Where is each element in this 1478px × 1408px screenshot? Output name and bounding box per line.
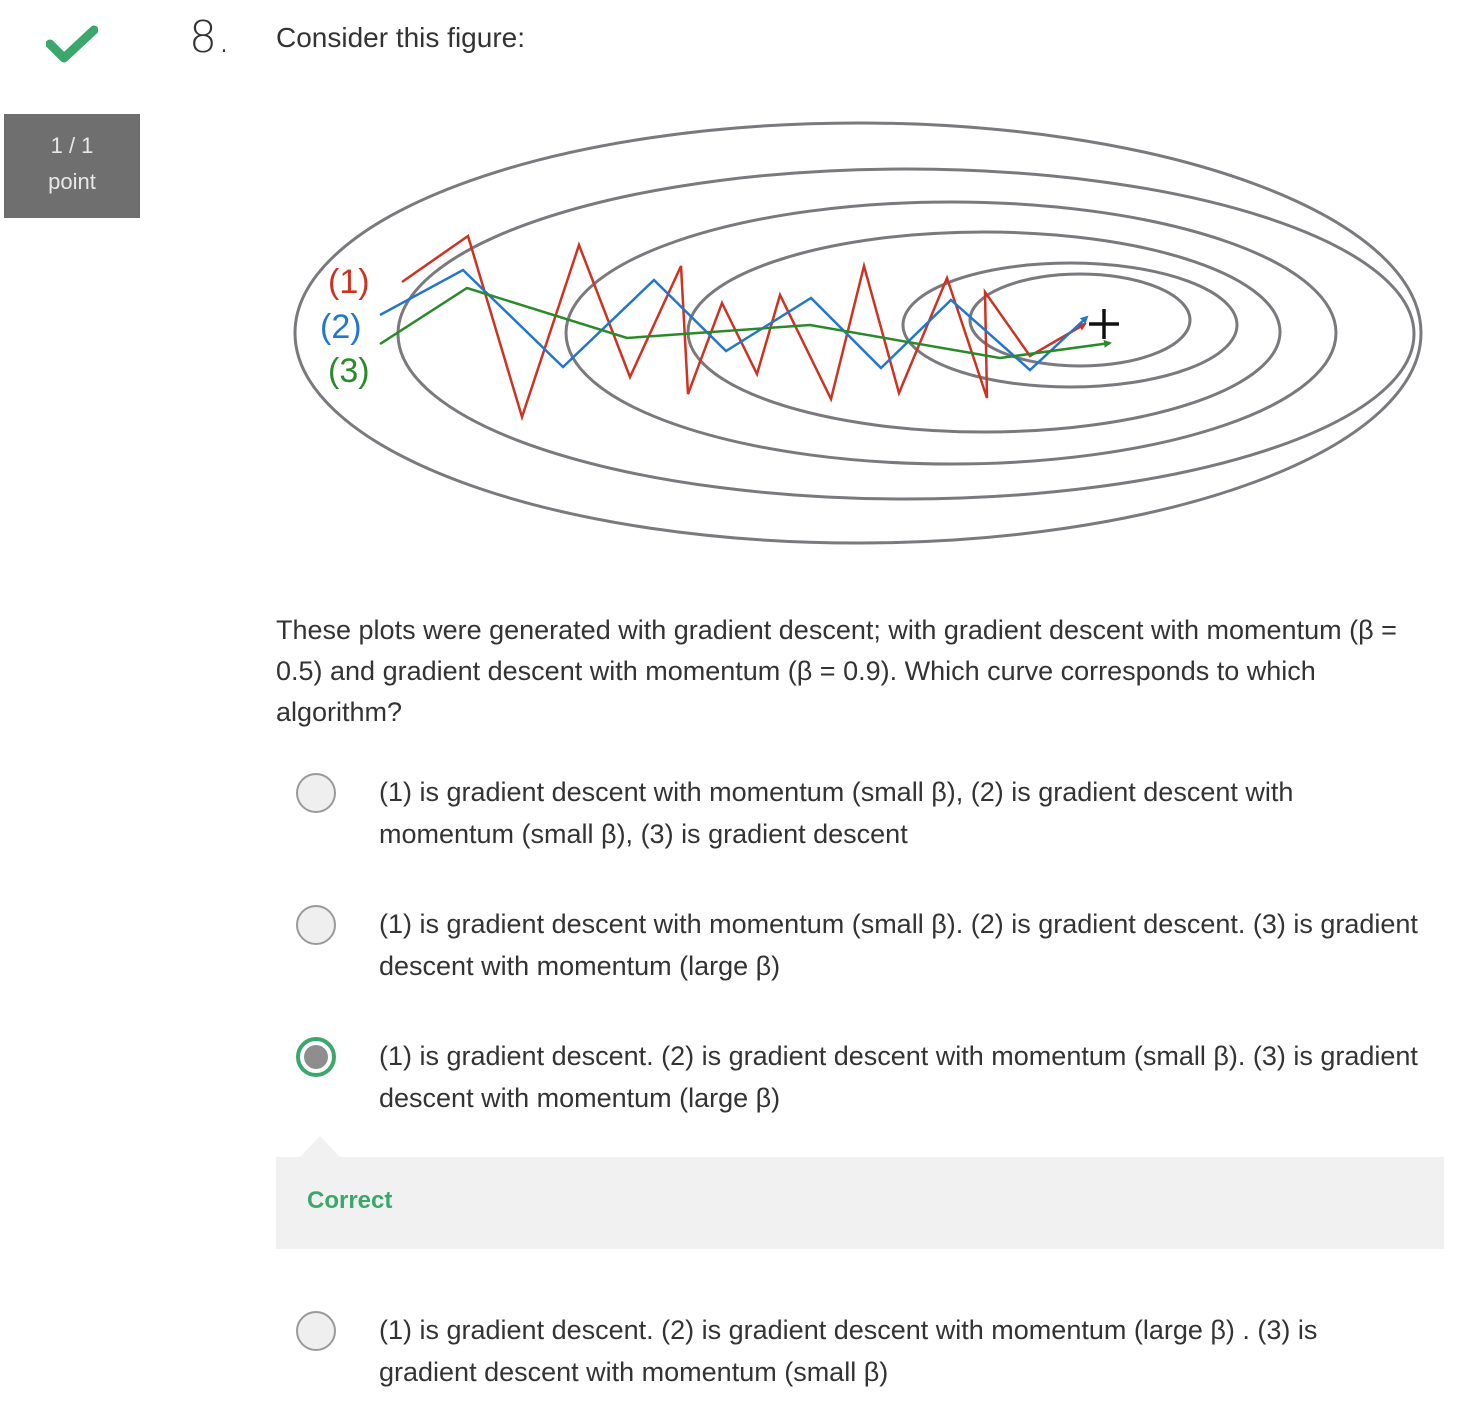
minimum-marker — [1089, 309, 1119, 339]
answer-option-text: (1) is gradient descent with momentum (s… — [379, 777, 1294, 849]
score-unit: point — [48, 169, 96, 194]
question-prompt: These plots were generated with gradient… — [276, 615, 1397, 727]
radio-button[interactable] — [296, 905, 336, 945]
curve-label-1: (1) — [328, 263, 370, 301]
score-value: 1 / 1 — [50, 133, 94, 158]
feedback-pointer — [300, 1136, 340, 1157]
feedback-box: Correct — [276, 1157, 1444, 1249]
feedback-label: Correct — [307, 1187, 393, 1214]
checkmark-icon — [46, 25, 98, 63]
answer-option-text: (1) is gradient descent. (2) is gradient… — [379, 1315, 1318, 1387]
question-title: Consider this figure: — [276, 22, 526, 53]
answer-option-text: (1) is gradient descent. (2) is gradient… — [379, 1041, 1418, 1113]
curve-label-2: (2) — [320, 308, 362, 346]
answer-option-text: (1) is gradient descent with momentum (s… — [379, 909, 1418, 981]
question-number: 8. — [189, 12, 231, 63]
score-badge: 1 / 1 point — [4, 114, 140, 218]
radio-button-selected[interactable] — [296, 1037, 336, 1077]
radio-button[interactable] — [296, 773, 336, 813]
curve-label-3: (3) — [328, 352, 370, 390]
contour-figure: (1) (2) (3) — [293, 121, 1423, 545]
radio-button[interactable] — [296, 1311, 336, 1351]
